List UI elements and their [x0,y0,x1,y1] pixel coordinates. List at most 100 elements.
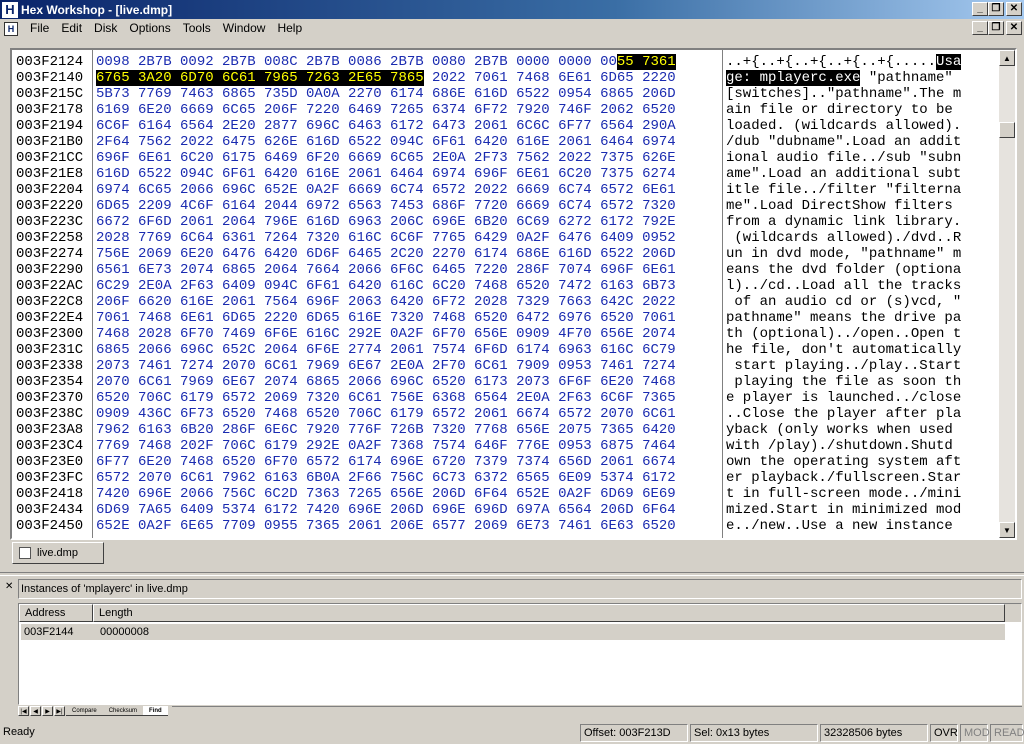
hex-row[interactable]: 7061 7468 6E61 6D65 2220 6D65 616E 7320 … [96,310,721,326]
menu-item-window[interactable]: Window [217,19,272,38]
scroll-up-button[interactable]: ▲ [999,50,1015,66]
hex-row[interactable]: 0909 436C 6F73 6520 7468 6520 706C 6179 … [96,406,721,422]
hex-row[interactable]: 6561 6E73 2074 6865 2064 7664 2066 6F6C … [96,262,721,278]
doc-restore-button[interactable]: ❐ [988,21,1004,35]
minimize-button[interactable]: _ [972,2,988,16]
doc-close-button[interactable]: ✕ [1006,21,1022,35]
hex-row[interactable]: 7769 7468 202F 706C 6179 292E 0A2F 7368 … [96,438,721,454]
ascii-row[interactable]: mized.Start in minimized mod [726,502,994,518]
ascii-row[interactable]: ge: mplayerc.exe "pathname" [726,70,994,86]
hex-row[interactable]: 652E 0A2F 6E65 7709 0955 7365 2061 206E … [96,518,721,534]
hex-row[interactable]: 6520 706C 6179 6572 2069 7320 6C61 756E … [96,390,721,406]
horizontal-scrollbar[interactable] [171,706,1022,716]
last-tab-icon[interactable]: ▶| [54,706,65,716]
menu-item-file[interactable]: File [24,19,55,38]
ascii-row[interactable]: ..+{..+{..+{..+{..+{.....Usa [726,54,994,70]
next-tab-icon[interactable]: ▶ [42,706,53,716]
pane-splitter[interactable] [0,572,1024,576]
hex-row[interactable]: 6D69 7A65 6409 5374 6172 7420 696E 206D … [96,502,721,518]
pane-close-icon[interactable]: ✕ [5,581,13,592]
hex-row[interactable]: 6F77 6E20 7468 6520 6F70 6572 6174 696E … [96,454,721,470]
doc-minimize-button[interactable]: _ [972,21,988,35]
ascii-row[interactable]: ame".Load an additional subt [726,166,994,182]
hex-row[interactable]: 7962 6163 6B20 286F 6E6C 7920 776F 726B … [96,422,721,438]
hex-row[interactable]: 6572 2070 6C61 7962 6163 6B0A 2F66 756C … [96,470,721,486]
ascii-row[interactable]: eans the dvd folder (optiona [726,262,994,278]
hex-editor-view[interactable]: 003F2124 003F2140 003F215C 003F2178 003F2194… [10,48,1017,540]
ascii-row[interactable]: own the operating system aft [726,454,994,470]
hex-row[interactable]: 2070 6C61 7969 6E67 2074 6865 2066 696C … [96,374,721,390]
ascii-row[interactable]: /dub "dubname".Load an addit [726,134,994,150]
column-header-length[interactable]: Length [93,604,1005,622]
hex-row[interactable]: 2073 7461 7274 2070 6C61 7969 6E67 2E0A … [96,358,721,374]
ascii-row[interactable]: th (optional)../open..Open t [726,326,994,342]
ascii-row[interactable]: playing the file as soon th [726,374,994,390]
menu-item-tools[interactable]: Tools [177,19,217,38]
ascii-row[interactable]: t in full-screen mode../mini [726,486,994,502]
results-list[interactable]: Address Length 003F2144 00000008 [18,603,1022,705]
title-bar[interactable]: H Hex Workshop - [live.dmp] _ ❐ ✕ [0,0,1024,19]
hex-row[interactable]: 756E 2069 6E20 6476 6420 6D6F 6465 2C20 … [96,246,721,262]
tab-checksum[interactable]: Checksum [102,706,144,716]
ascii-row[interactable]: of an audio cd or (s)vcd, " [726,294,994,310]
ascii-row[interactable]: itle file../filter "filterna [726,182,994,198]
ascii-row[interactable]: ional audio file../sub "subn [726,150,994,166]
app-icon[interactable]: H [2,1,18,18]
hex-row[interactable]: 7420 696E 2066 756C 6C2D 7363 7265 656E … [96,486,721,502]
vertical-scrollbar[interactable]: ▲ ▼ [999,50,1015,538]
first-tab-icon[interactable]: |◀ [18,706,29,716]
close-button[interactable]: ✕ [1006,2,1022,16]
ascii-row[interactable]: ..Close the player after pla [726,406,994,422]
ascii-row[interactable]: pathname" means the drive pa [726,310,994,326]
maximize-button[interactable]: ❐ [988,2,1004,16]
ascii-selection[interactable]: ge: mplayerc.exe [726,70,861,86]
ascii-selection[interactable]: Usa [936,54,962,70]
hex-row[interactable]: 206F 6620 616E 2061 7564 696F 2063 6420 … [96,294,721,310]
menu-item-help[interactable]: Help [271,19,308,38]
menu-item-disk[interactable]: Disk [88,19,123,38]
column-header-address[interactable]: Address [19,604,93,622]
ascii-row[interactable]: [switches].."pathname".The m [726,86,994,102]
hex-row[interactable]: 7468 2028 6F70 7469 6F6E 616C 292E 0A2F … [96,326,721,342]
ascii-row[interactable]: yback (only works when used [726,422,994,438]
hex-row[interactable]: 6C29 2E0A 2F63 6409 094C 6F61 6420 616C … [96,278,721,294]
ascii-row[interactable]: e../new..Use a new instance [726,518,994,534]
hex-row[interactable]: 6D65 2209 4C6F 6164 2044 6972 6563 7453 … [96,198,721,214]
document-tab[interactable]: live.dmp [12,542,104,564]
hex-row[interactable]: 6C6F 6164 6564 2E20 2877 696C 6463 6172 … [96,118,721,134]
result-row[interactable]: 003F2144 00000008 [21,624,1005,640]
hex-row[interactable]: 2F64 7562 2022 6475 626E 616D 6522 094C … [96,134,721,150]
ascii-row[interactable]: he file, don't automatically [726,342,994,358]
hex-row[interactable]: 6169 6E20 6669 6C65 206F 7220 6469 7265 … [96,102,721,118]
hex-row[interactable]: 696F 6E61 6C20 6175 6469 6F20 6669 6C65 … [96,150,721,166]
ascii-row[interactable]: start playing../play..Start [726,358,994,374]
ascii-row[interactable]: un in dvd mode, "pathname" m [726,246,994,262]
ascii-row[interactable]: l)../cd..Load all the tracks [726,278,994,294]
hex-selection[interactable]: 6765 3A20 6D70 6C61 7965 7263 2E65 7865 [96,70,424,86]
ascii-row[interactable]: er playback./fullscreen.Star [726,470,994,486]
prev-tab-icon[interactable]: ◀ [30,706,41,716]
hex-selection[interactable]: 55 7361 [616,54,676,70]
ascii-row[interactable]: ain file or directory to be [726,102,994,118]
hex-row[interactable]: 5B73 7769 7463 6865 735D 0A0A 2270 6174 … [96,86,721,102]
ascii-row[interactable]: e player is launched../close [726,390,994,406]
ascii-row[interactable]: loaded. (wildcards allowed). [726,118,994,134]
hex-row[interactable]: 2028 7769 6C64 6361 7264 7320 616C 6C6F … [96,230,721,246]
document-icon[interactable]: H [4,21,18,36]
hex-row[interactable]: 6974 6C65 2066 696C 652E 0A2F 6669 6C74 … [96,182,721,198]
hex-row[interactable]: 6672 6F6D 2061 2064 796E 616D 6963 206C … [96,214,721,230]
ascii-row[interactable]: (wildcards allowed)./dvd..R [726,230,994,246]
hex-row[interactable]: 6865 2066 696C 652C 2064 6F6E 2774 2061 … [96,342,721,358]
hex-row[interactable]: 0098 2B7B 0092 2B7B 008C 2B7B 0086 2B7B … [96,54,721,70]
ascii-column[interactable]: ..+{..+{..+{..+{..+{.....Usa ge: mplayer… [726,54,994,534]
hex-column[interactable]: 0098 2B7B 0092 2B7B 008C 2B7B 0086 2B7B … [96,54,721,534]
hex-row[interactable]: 6765 3A20 6D70 6C61 7965 7263 2E65 7865 … [96,70,721,86]
scroll-down-button[interactable]: ▼ [999,522,1015,538]
tab-find[interactable]: Find [143,706,168,716]
hex-row[interactable]: 616D 6522 094C 6F61 6420 616E 2061 6464 … [96,166,721,182]
scroll-thumb[interactable] [999,122,1015,138]
ascii-row[interactable]: with /play)./shutdown.Shutd [726,438,994,454]
ascii-row[interactable]: from a dynamic link library. [726,214,994,230]
ascii-row[interactable]: me".Load DirectShow filters [726,198,994,214]
tab-compare[interactable]: Compare [66,706,103,716]
